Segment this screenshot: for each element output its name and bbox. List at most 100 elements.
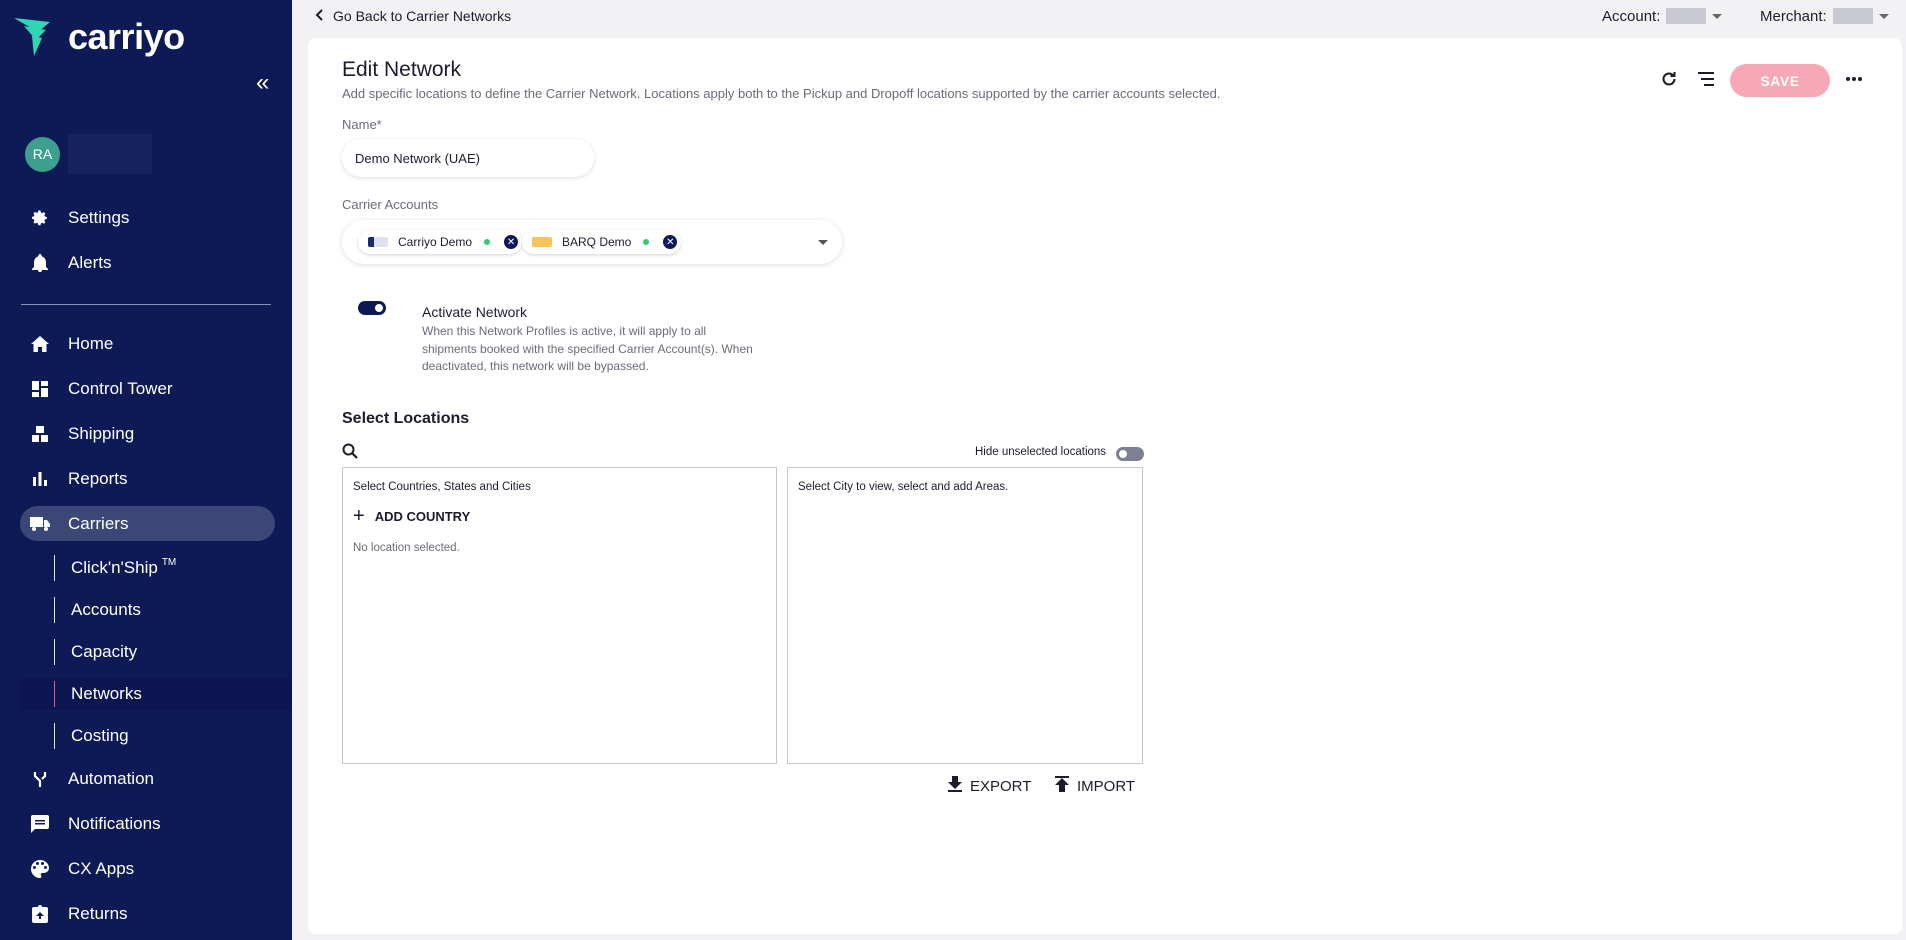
activate-network-description: When this Network Profiles is active, it…: [422, 324, 753, 373]
carrier-accounts-select[interactable]: Carriyo Demo ✕ BARQ Demo ✕: [342, 220, 842, 264]
active-status-dot: [484, 239, 491, 245]
countries-panel: Select Countries, States and Cities + AD…: [342, 467, 777, 764]
bar-chart-icon: [30, 469, 50, 489]
dashboard-icon: [30, 379, 50, 399]
barq-chip-logo-icon: [532, 237, 552, 247]
carrier-chip: Carriyo Demo ✕: [358, 230, 523, 254]
user-name-redacted: [68, 134, 152, 174]
sort-list-icon[interactable]: [1695, 68, 1717, 90]
chip-label: Carriyo Demo: [398, 235, 473, 249]
download-icon: [948, 776, 962, 796]
carrier-chip: BARQ Demo ✕: [522, 230, 682, 254]
remove-chip-icon[interactable]: ✕: [504, 235, 519, 249]
boxes-icon: [30, 424, 50, 444]
carrier-accounts-label: Carrier Accounts: [342, 197, 439, 212]
nav-carriers[interactable]: Carriers: [20, 506, 275, 541]
subnav-label: Costing: [71, 726, 129, 745]
subnav-capacity[interactable]: Capacity: [54, 639, 137, 665]
carriyo-chip-logo-icon: [368, 237, 388, 247]
name-field-label: Name*: [342, 117, 382, 132]
nav-label: Carriers: [68, 513, 129, 533]
subnav-networks[interactable]: Networks: [54, 681, 142, 707]
network-name-input[interactable]: [342, 139, 594, 177]
user-profile[interactable]: RA: [25, 134, 152, 174]
more-options-icon[interactable]: [1843, 68, 1865, 90]
plus-icon: +: [353, 505, 365, 527]
subnav-label: Accounts: [71, 600, 141, 619]
logo-mark-icon: [14, 18, 50, 56]
import-button[interactable]: IMPORT: [1055, 776, 1135, 796]
subnav-costing[interactable]: Costing: [54, 723, 129, 749]
export-button[interactable]: EXPORT: [948, 776, 1031, 796]
import-label: IMPORT: [1077, 777, 1136, 795]
chevron-left-icon: [315, 8, 323, 24]
add-country-button[interactable]: + ADD COUNTRY: [353, 505, 470, 527]
nav-notifications[interactable]: Notifications: [20, 806, 275, 841]
truck-icon: [30, 514, 50, 534]
subnav-label: Networks: [71, 684, 142, 703]
subnav-label: Click'n'Ship: [71, 558, 158, 577]
chip-label: BARQ Demo: [562, 235, 632, 249]
subnav-accounts[interactable]: Accounts: [54, 597, 141, 623]
chevron-down-icon[interactable]: [818, 240, 828, 245]
sidebar-divider: [21, 304, 271, 305]
nav-control-tower[interactable]: Control Tower: [20, 371, 275, 406]
upload-icon: [1055, 776, 1069, 796]
active-status-dot: [643, 239, 650, 245]
page-title: Edit Network: [342, 58, 462, 81]
nav-label: Alerts: [68, 252, 112, 272]
chevron-down-icon: [1878, 13, 1889, 19]
home-icon: [30, 334, 50, 354]
sidebar: carriyo « RA Settings Alerts Home Contro…: [0, 0, 292, 940]
bell-icon: [30, 253, 50, 273]
gear-icon: [30, 208, 50, 228]
toggle-knob: [375, 304, 383, 312]
account-value-redacted: [1666, 8, 1707, 24]
avatar: RA: [25, 136, 60, 172]
merchant-select[interactable]: Merchant:: [1760, 6, 1889, 26]
nav-label: CX Apps: [68, 858, 135, 878]
nav-home[interactable]: Home: [20, 326, 275, 361]
account-label: Account:: [1602, 7, 1661, 25]
chevron-down-icon: [1712, 13, 1723, 19]
refresh-icon[interactable]: [1658, 68, 1680, 90]
hide-unselected-toggle[interactable]: [1116, 447, 1144, 461]
nav-settings[interactable]: Settings: [20, 200, 275, 235]
nav-label: Home: [68, 333, 114, 353]
areas-panel: Select City to view, select and add Area…: [787, 467, 1143, 764]
select-locations-title: Select Locations: [342, 410, 470, 427]
logo-wordmark: carriyo: [68, 16, 185, 57]
nav-cx-apps[interactable]: CX Apps: [20, 851, 275, 886]
hide-unselected-label: Hide unselected locations: [975, 446, 1107, 458]
nav-reports[interactable]: Reports: [20, 461, 275, 496]
empty-location-text: No location selected.: [353, 542, 460, 554]
fork-icon: [30, 769, 50, 789]
toggle-knob: [1119, 450, 1127, 458]
save-button[interactable]: SAVE: [1730, 64, 1830, 97]
back-to-carrier-networks-link[interactable]: Go Back to Carrier Networks: [315, 6, 511, 26]
remove-chip-icon[interactable]: ✕: [663, 235, 678, 249]
nav-label: Returns: [68, 903, 128, 923]
return-icon: [30, 904, 50, 924]
back-link-label: Go Back to Carrier Networks: [333, 8, 512, 24]
nav-alerts[interactable]: Alerts: [20, 245, 275, 280]
nav-shipping[interactable]: Shipping: [20, 416, 275, 451]
nav-label: Shipping: [68, 423, 135, 443]
nav-label: Notifications: [68, 813, 161, 833]
activate-network-toggle[interactable]: [358, 301, 386, 315]
subnav-clicknship[interactable]: Click'n'Ship TM: [54, 555, 176, 581]
nav-returns[interactable]: Returns: [20, 896, 275, 931]
merchant-label: Merchant:: [1760, 7, 1827, 25]
export-label: EXPORT: [970, 777, 1032, 795]
countries-panel-title: Select Countries, States and Cities: [353, 481, 531, 493]
page-subtitle: Add specific locations to define the Car…: [342, 86, 1221, 101]
search-icon[interactable]: [342, 443, 358, 464]
nav-automation[interactable]: Automation: [20, 761, 275, 796]
palette-icon: [30, 859, 50, 879]
collapse-sidebar-icon[interactable]: «: [256, 71, 276, 95]
account-select[interactable]: Account:: [1602, 6, 1723, 26]
carriyo-logo[interactable]: carriyo: [14, 16, 185, 58]
message-icon: [30, 814, 50, 834]
areas-panel-text: Select City to view, select and add Area…: [798, 481, 1009, 493]
nav-label: Reports: [68, 468, 128, 488]
